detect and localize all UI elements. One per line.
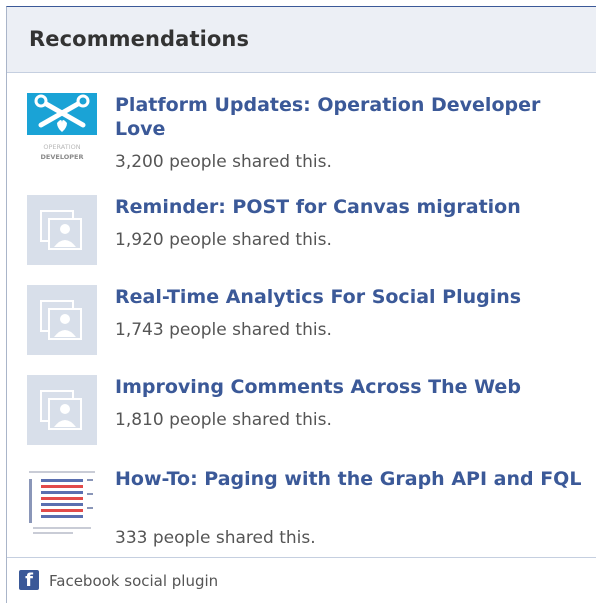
default-page-icon (27, 375, 97, 445)
item-share-count: 1,743 people shared this. (115, 320, 332, 340)
thumb-caption-1: OPERATION (43, 143, 80, 151)
list-item: Reminder: POST for Canvas migration 1,92… (27, 195, 587, 267)
list-item: Real-Time Analytics For Social Plugins 1… (27, 285, 587, 357)
list-item: Improving Comments Across The Web 1,810 … (27, 375, 587, 447)
item-title-link[interactable]: Reminder: POST for Canvas migration (115, 195, 585, 219)
item-thumbnail[interactable] (27, 285, 97, 355)
item-thumbnail[interactable]: OPERATION DEVELOPER (27, 93, 97, 163)
item-thumbnail[interactable] (27, 467, 97, 537)
item-share-count: 3,200 people shared this. (115, 152, 332, 172)
default-page-icon (27, 195, 97, 265)
document-chart-thumbnail-icon (27, 467, 97, 537)
header-title: Recommendations (29, 27, 250, 51)
default-page-icon (27, 285, 97, 355)
footer-text: Facebook social plugin (49, 572, 219, 590)
item-share-count: 1,810 people shared this. (115, 410, 332, 430)
facebook-logo-icon[interactable]: f (19, 570, 39, 590)
operation-developer-love-logo-icon: OPERATION DEVELOPER (27, 93, 97, 161)
item-title-link[interactable]: Platform Updates: Operation Developer Lo… (115, 93, 585, 141)
item-share-count: 333 people shared this. (115, 528, 316, 548)
plugin-header: Recommendations (7, 7, 596, 73)
item-thumbnail[interactable] (27, 195, 97, 265)
list-item: How-To: Paging with the Graph API and FQ… (27, 467, 587, 553)
item-share-count: 1,920 people shared this. (115, 230, 332, 250)
thumb-caption-2: DEVELOPER (41, 153, 84, 161)
item-thumbnail[interactable] (27, 375, 97, 445)
list-item: OPERATION DEVELOPER Platform Updates: Op… (27, 93, 587, 183)
item-title-link[interactable]: Improving Comments Across The Web (115, 375, 585, 399)
item-title-link[interactable]: How-To: Paging with the Graph API and FQ… (115, 467, 585, 491)
plugin-footer: f Facebook social plugin (7, 558, 596, 604)
recommendations-plugin: Recommendations OPERATION DEVELOPER Plat… (6, 6, 596, 603)
item-title-link[interactable]: Real-Time Analytics For Social Plugins (115, 285, 585, 309)
